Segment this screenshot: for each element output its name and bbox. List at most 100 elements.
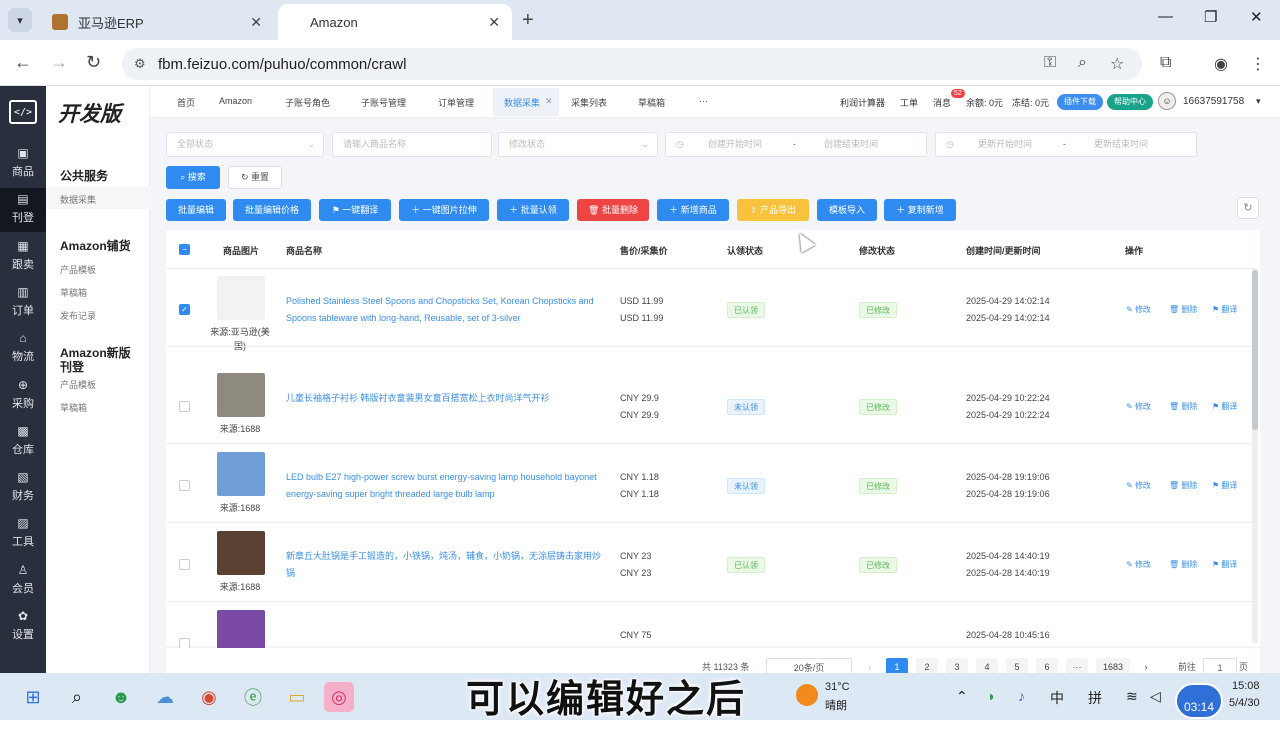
reset-button[interactable]: ↻ 重置 — [228, 166, 282, 189]
tab-drafts[interactable]: 草稿箱 — [638, 96, 665, 109]
delete-button[interactable]: 🗑 删除 — [1169, 480, 1197, 491]
forward-arrow-icon[interactable]: → — [50, 52, 68, 73]
translate-button[interactable]: ⚑ 翻译 — [1212, 480, 1237, 491]
window-close-button[interactable]: ✕ — [1250, 8, 1263, 26]
new-tab-button[interactable]: + — [522, 9, 534, 32]
copy-new-button[interactable]: ＋ 复制新增 — [884, 199, 956, 221]
select-all-checkbox[interactable]: − — [179, 244, 190, 255]
folder-icon[interactable]: ▭ — [282, 682, 312, 712]
row-checkbox[interactable] — [179, 401, 190, 412]
ime-pinyin[interactable]: 拼 — [1088, 688, 1102, 708]
sub-nav-item-template[interactable]: 产品模板 — [60, 378, 96, 391]
close-icon[interactable]: ✕ — [545, 96, 553, 107]
image-stretch-button[interactable]: ＋ 一键图片拉伸 — [399, 199, 489, 221]
extensions-icon[interactable]: ⧉ — [1160, 54, 1171, 72]
zoom-icon[interactable]: ⌕ — [1078, 54, 1087, 72]
profit-calculator-link[interactable]: 利润计算器 — [840, 96, 885, 109]
microphone-icon[interactable]: ♪ — [1018, 688, 1025, 704]
product-name-link[interactable]: LED bulb E27 high-power screw burst ener… — [286, 469, 606, 503]
tab-data-crawl[interactable]: 数据采集 — [504, 96, 540, 109]
tab-crawl-list[interactable]: 采集列表 — [571, 96, 607, 109]
url-input[interactable]: ⚙ fbm.feizuo.com/puhuo/common/crawl — [122, 48, 1142, 80]
left-nav-item-6[interactable]: ▩ 仓库 — [0, 420, 46, 464]
site-info-icon[interactable]: ⚙ — [134, 56, 146, 72]
more-menu-icon[interactable]: ⋮ — [1250, 54, 1266, 74]
browser-e-icon[interactable]: ⓔ — [238, 682, 268, 712]
product-thumbnail[interactable] — [217, 373, 265, 417]
tab-order-manage[interactable]: 订单管理 — [438, 96, 474, 109]
left-nav-item-9[interactable]: ♙ 会员 — [0, 559, 46, 603]
browser-tab-amazon[interactable]: Amazon ✕ — [278, 4, 512, 40]
sub-nav-item-drafts[interactable]: 草稿箱 — [60, 286, 87, 299]
tab-more[interactable]: ··· — [699, 96, 708, 106]
windows-start-icon[interactable]: ⊞ — [18, 682, 48, 712]
status-select[interactable]: 全部状态 ⌄ — [166, 132, 324, 157]
back-arrow-icon[interactable]: ← — [14, 52, 32, 73]
modify-status-select[interactable]: 修改状态 ⌄ — [498, 132, 658, 157]
minimize-button[interactable]: — — [1158, 8, 1173, 25]
tab-amazon[interactable]: Amazon — [219, 96, 252, 106]
left-nav-item-5[interactable]: ⊕ 采购 — [0, 374, 46, 418]
delete-button[interactable]: 🗑 删除 — [1169, 401, 1197, 412]
template-import-button[interactable]: 模板导入 — [817, 199, 877, 221]
left-nav-item-10[interactable]: ✿ 设置 — [0, 605, 46, 649]
bookmark-star-icon[interactable]: ☆ — [1110, 54, 1124, 74]
edit-button[interactable]: ✎ 修改 — [1126, 480, 1151, 491]
left-nav-item-8[interactable]: ▨ 工具 — [0, 512, 46, 556]
translate-button[interactable]: ⚑ 翻译 — [1212, 559, 1237, 570]
refresh-icon[interactable]: ↻ — [1237, 197, 1259, 219]
product-name-input[interactable]: 请输入商品名称 — [332, 132, 492, 157]
batch-edit-button[interactable]: 批量编辑 — [166, 199, 226, 221]
key-icon[interactable]: ⚿ — [1044, 54, 1056, 72]
product-export-button[interactable]: ⇪ 产品导出 — [737, 199, 809, 221]
wechat-icon[interactable]: ☻ — [106, 682, 136, 712]
product-thumbnail[interactable] — [217, 531, 265, 575]
tab-search-dropdown-icon[interactable]: ▾ — [8, 8, 32, 32]
message-link[interactable]: 消息 — [933, 96, 951, 109]
help-center-button[interactable]: 帮助中心 — [1107, 94, 1153, 110]
edit-button[interactable]: ✎ 修改 — [1126, 304, 1151, 315]
chevron-up-icon[interactable]: ⌃ — [956, 688, 968, 705]
table-scroll-thumb[interactable] — [1252, 270, 1258, 430]
product-thumbnail[interactable] — [217, 276, 265, 320]
row-checkbox[interactable]: ✓ — [179, 304, 190, 315]
edit-button[interactable]: ✎ 修改 — [1126, 559, 1151, 570]
sub-nav-item-data-crawl[interactable]: 数据采集 — [60, 193, 96, 206]
sub-nav-item-template[interactable]: 产品模板 — [60, 263, 96, 276]
ticket-link[interactable]: 工单 — [900, 96, 918, 109]
translate-button[interactable]: ⚑ 翻译 — [1212, 304, 1237, 315]
cloud-icon[interactable]: ☁ — [150, 682, 180, 712]
delete-button[interactable]: 🗑 删除 — [1169, 304, 1197, 315]
translate-button[interactable]: ⚑ 翻译 — [1212, 401, 1237, 412]
sub-nav-item-publish-log[interactable]: 发布记录 — [60, 309, 96, 322]
left-nav-item-3[interactable]: ▥ 订单 — [0, 281, 46, 325]
user-phone[interactable]: 16637591758 — [1183, 96, 1244, 107]
plugin-download-button[interactable]: 插件下载 — [1057, 94, 1103, 110]
maximize-button[interactable]: ❐ — [1204, 8, 1217, 26]
create-time-range[interactable]: ◷ 创建开始时间 - 创建结束时间 — [665, 132, 927, 157]
chevron-down-icon[interactable]: ▾ — [1256, 96, 1261, 107]
add-product-button[interactable]: ＋ 新增商品 — [657, 199, 729, 221]
one-click-translate-button[interactable]: ⚑ 一键翻译 — [319, 199, 391, 221]
avatar[interactable]: ☺ — [1158, 92, 1176, 110]
reload-icon[interactable]: ↻ — [86, 52, 101, 73]
close-icon[interactable]: ✕ — [250, 14, 262, 31]
update-time-range[interactable]: ◷ 更新开始时间 - 更新结束时间 — [935, 132, 1197, 157]
tab-sub-account-role[interactable]: 子账号角色 — [285, 96, 330, 109]
row-checkbox[interactable] — [179, 559, 190, 570]
product-name-link[interactable]: Polished Stainless Steel Spoons and Chop… — [286, 293, 606, 327]
product-name-link[interactable]: 新章丘大肚锅是手工锻造的，小铁锅，炖汤，辅食，小奶锅，无涂层铸击家用炒锅 — [286, 548, 606, 582]
left-nav-item-7[interactable]: ▧ 财务 — [0, 466, 46, 510]
tab-home[interactable]: 首页 — [177, 96, 195, 109]
left-nav-item-2[interactable]: ▦ 跟卖 — [0, 235, 46, 279]
profile-icon[interactable]: ◉ — [1214, 54, 1228, 74]
delete-button[interactable]: 🗑 删除 — [1169, 559, 1197, 570]
batch-edit-price-button[interactable]: 批量编辑价格 — [233, 199, 311, 221]
chrome-icon[interactable]: ◉ — [194, 682, 224, 712]
left-nav-item-4[interactable]: ⌂ 物流 — [0, 327, 46, 371]
app-tray-icon[interactable]: ◑ — [986, 688, 994, 704]
product-name-link[interactable]: 儿童长袖格子衬衫 韩版衬衣童装男女童百搭宽松上衣时尚洋气开衫 — [286, 390, 606, 407]
ime-mode[interactable]: 中 — [1050, 688, 1064, 708]
browser-tab-erp[interactable]: 亚马逊ERP ✕ — [40, 4, 274, 40]
wifi-icon[interactable]: ≋ — [1126, 688, 1138, 705]
